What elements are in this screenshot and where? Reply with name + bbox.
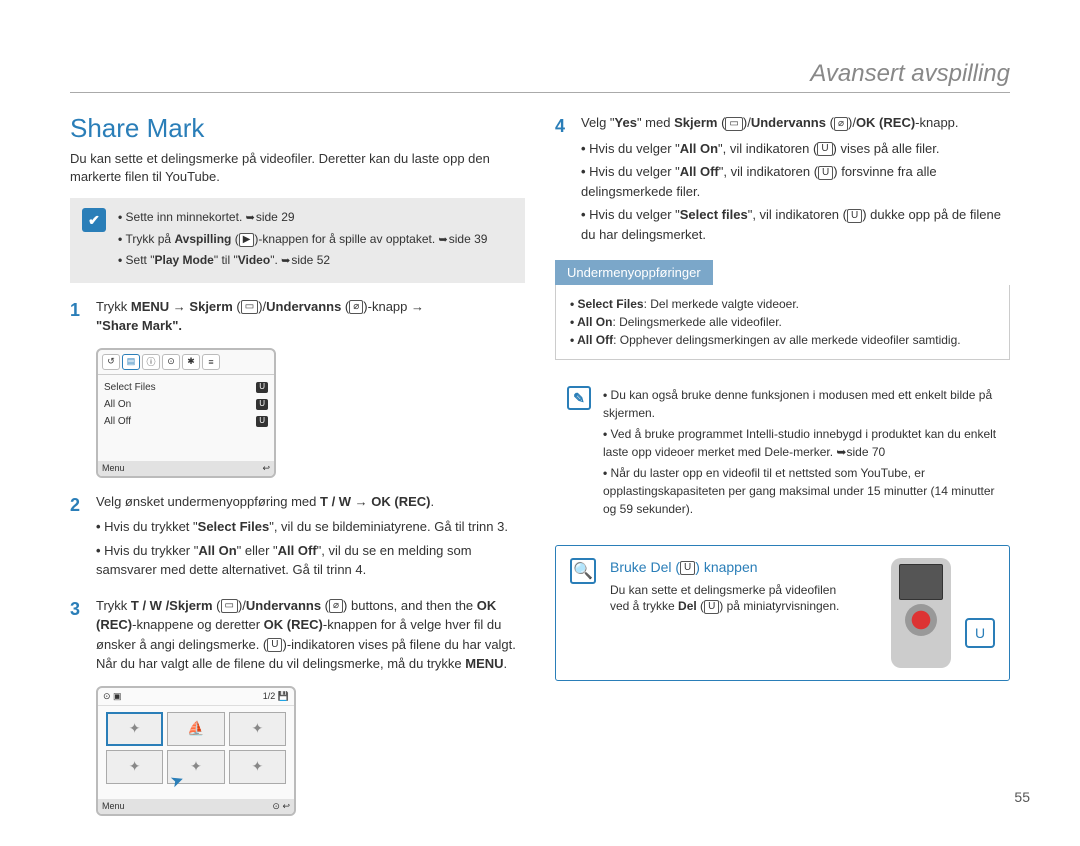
step-number-4: 4 (555, 113, 571, 248)
play-icon: ▶ (239, 233, 255, 247)
info-box: ✎ Du kan også bruke denne funksjonen i m… (555, 376, 1010, 531)
prereq-item: Trykk på Avspilling (▶)-knappen for å sp… (118, 230, 513, 249)
share-icon: U (680, 561, 695, 575)
step-number-2: 2 (70, 492, 86, 584)
note-icon: ✎ (567, 386, 591, 410)
underwater-icon: ⌀ (834, 117, 848, 131)
step-number-1: 1 (70, 297, 86, 336)
step-4-text: Velg "Yes" med Skjerm (▭)/Undervanns (⌀)… (581, 113, 1010, 248)
underwater-icon: ⌀ (329, 599, 343, 613)
screen-icon: ▭ (241, 300, 258, 314)
submenu-heading: Undermenyoppføringer (555, 260, 713, 285)
step-number-3: 3 (70, 596, 86, 674)
underwater-icon: ⌀ (349, 300, 363, 314)
share-indicator-icon: U (267, 638, 282, 652)
share-button-icon: U (965, 618, 995, 648)
section-intro: Du kan sette et delingsmerke på videofil… (70, 150, 525, 186)
page-header: Avansert avspilling (70, 60, 1010, 93)
screen-icon: ▭ (221, 599, 238, 613)
step-3-text: Trykk T / W /Skjerm (▭)/Undervanns (⌀) b… (96, 596, 525, 674)
check-icon: ✔ (82, 208, 106, 232)
section-title: Share Mark (70, 113, 525, 144)
device-illustration (891, 558, 951, 668)
menu-screenshot: ↺ ▤ ⓘ ⊙ ✱ ≡ Select FilesU All OnU All Of… (96, 348, 276, 478)
prereq-item: Sett "Play Mode" til "Video". side 52 (118, 251, 513, 270)
tip-box: 🔍 Bruke Del (U) knappen Du kan sette et … (555, 545, 1010, 681)
magnifier-icon: 🔍 (570, 558, 596, 584)
thumbnail-screenshot: ⊙ ▣1/2 💾 ✦⛵✦ ✦✦✦ ➤ Menu⊙ ↩ (96, 686, 296, 816)
screen-icon: ▭ (725, 117, 742, 131)
tip-text: Du kan sette et delingsmerke på videofil… (610, 582, 877, 616)
page-number: 55 (1014, 789, 1030, 805)
tip-title: Bruke Del (U) knappen (610, 558, 877, 578)
submenu-description: Select Files: Del merkede valgte videoer… (555, 285, 1010, 360)
step-2-text: Velg ønsket undermenyoppføring med T / W… (96, 492, 525, 584)
prerequisite-box: ✔ Sette inn minnekortet. side 29 Trykk p… (70, 198, 525, 283)
prereq-item: Sette inn minnekortet. side 29 (118, 208, 513, 227)
step-1-text: Trykk MENU → Skjerm (▭)/Undervanns (⌀)-k… (96, 297, 525, 336)
